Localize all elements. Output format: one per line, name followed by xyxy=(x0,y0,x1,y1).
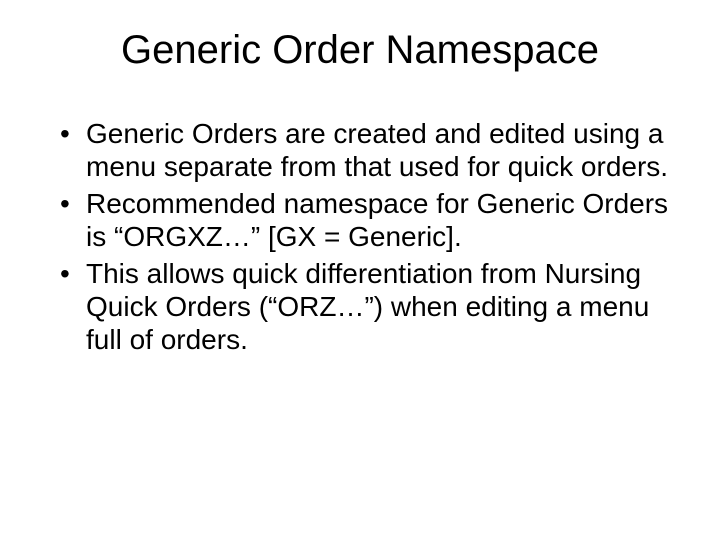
list-item: This allows quick differentiation from N… xyxy=(56,257,670,356)
slide-title: Generic Order Namespace xyxy=(50,28,670,73)
list-item: Recommended namespace for Generic Orders… xyxy=(56,187,670,253)
slide: Generic Order Namespace Generic Orders a… xyxy=(0,0,720,540)
bullet-list: Generic Orders are created and edited us… xyxy=(50,117,670,356)
list-item: Generic Orders are created and edited us… xyxy=(56,117,670,183)
